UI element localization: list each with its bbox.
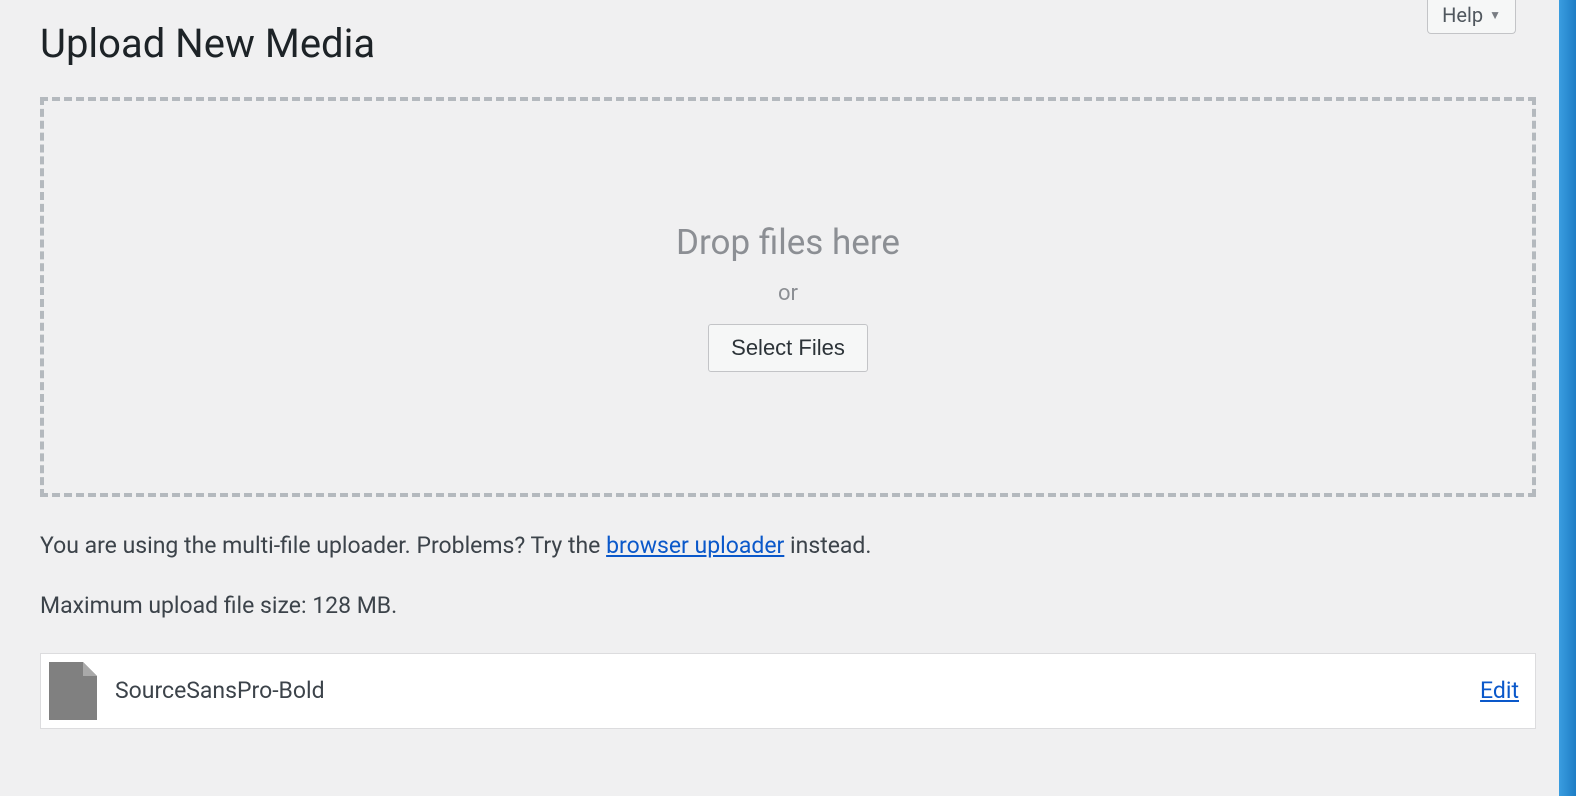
uploader-info-prefix: You are using the multi-file uploader. P… <box>40 532 606 559</box>
vertical-scrollbar[interactable] <box>1559 0 1576 796</box>
help-tab[interactable]: Help ▼ <box>1427 0 1516 34</box>
edit-media-link[interactable]: Edit <box>1480 677 1519 704</box>
uploader-info-text: You are using the multi-file uploader. P… <box>40 529 1536 564</box>
caret-down-icon: ▼ <box>1489 8 1501 22</box>
file-drop-zone[interactable]: Drop files here or Select Files <box>40 97 1536 497</box>
drop-files-text: Drop files here <box>676 222 900 263</box>
max-upload-size-text: Maximum upload file size: 128 MB. <box>40 592 1536 619</box>
uploader-info-suffix: instead. <box>784 532 871 559</box>
page-title: Upload New Media <box>40 0 1536 67</box>
browser-uploader-link[interactable]: browser uploader <box>606 532 784 559</box>
content-wrap: Upload New Media Drop files here or Sele… <box>0 0 1576 759</box>
help-tab-label: Help <box>1442 3 1483 27</box>
select-files-button[interactable]: Select Files <box>708 324 868 372</box>
file-icon <box>49 662 97 720</box>
or-text: or <box>778 281 798 306</box>
media-item-filename: SourceSansPro-Bold <box>115 677 1480 704</box>
media-item-row: SourceSansPro-Bold Edit <box>40 653 1536 729</box>
